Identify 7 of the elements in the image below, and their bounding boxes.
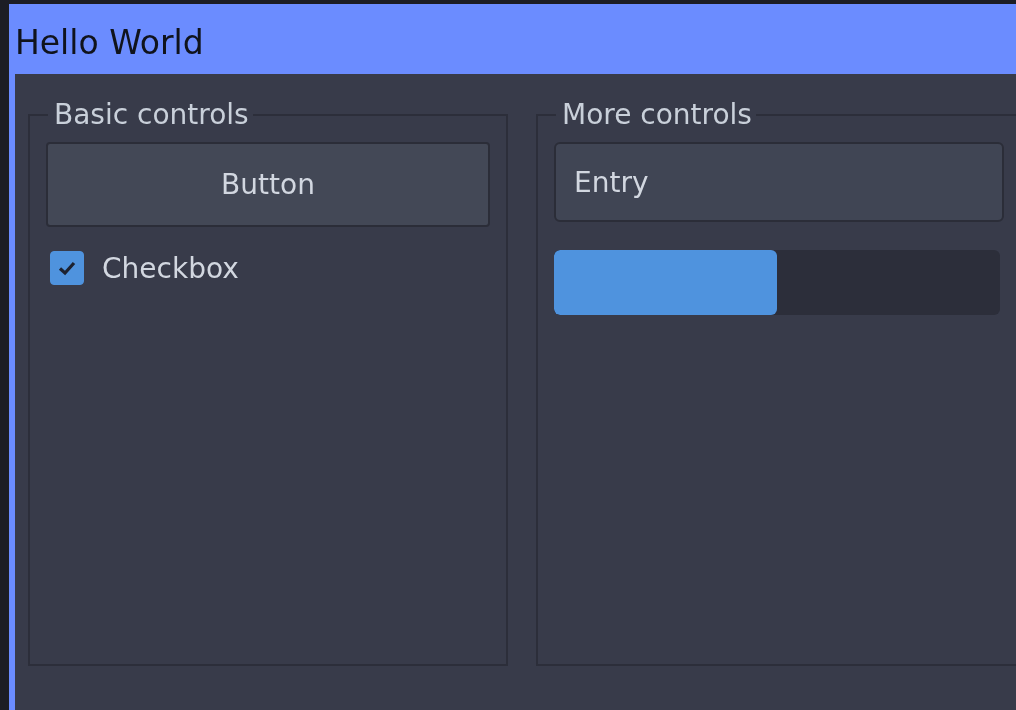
checkbox[interactable] [50, 251, 84, 285]
frame-title: Basic controls [53, 98, 250, 132]
checkbox-label: Checkbox [102, 251, 239, 285]
window-title: Hello World [15, 22, 204, 62]
entry-field[interactable]: Entry [554, 142, 1004, 222]
button[interactable]: Button [46, 142, 490, 227]
frame-title: More controls [561, 98, 753, 132]
